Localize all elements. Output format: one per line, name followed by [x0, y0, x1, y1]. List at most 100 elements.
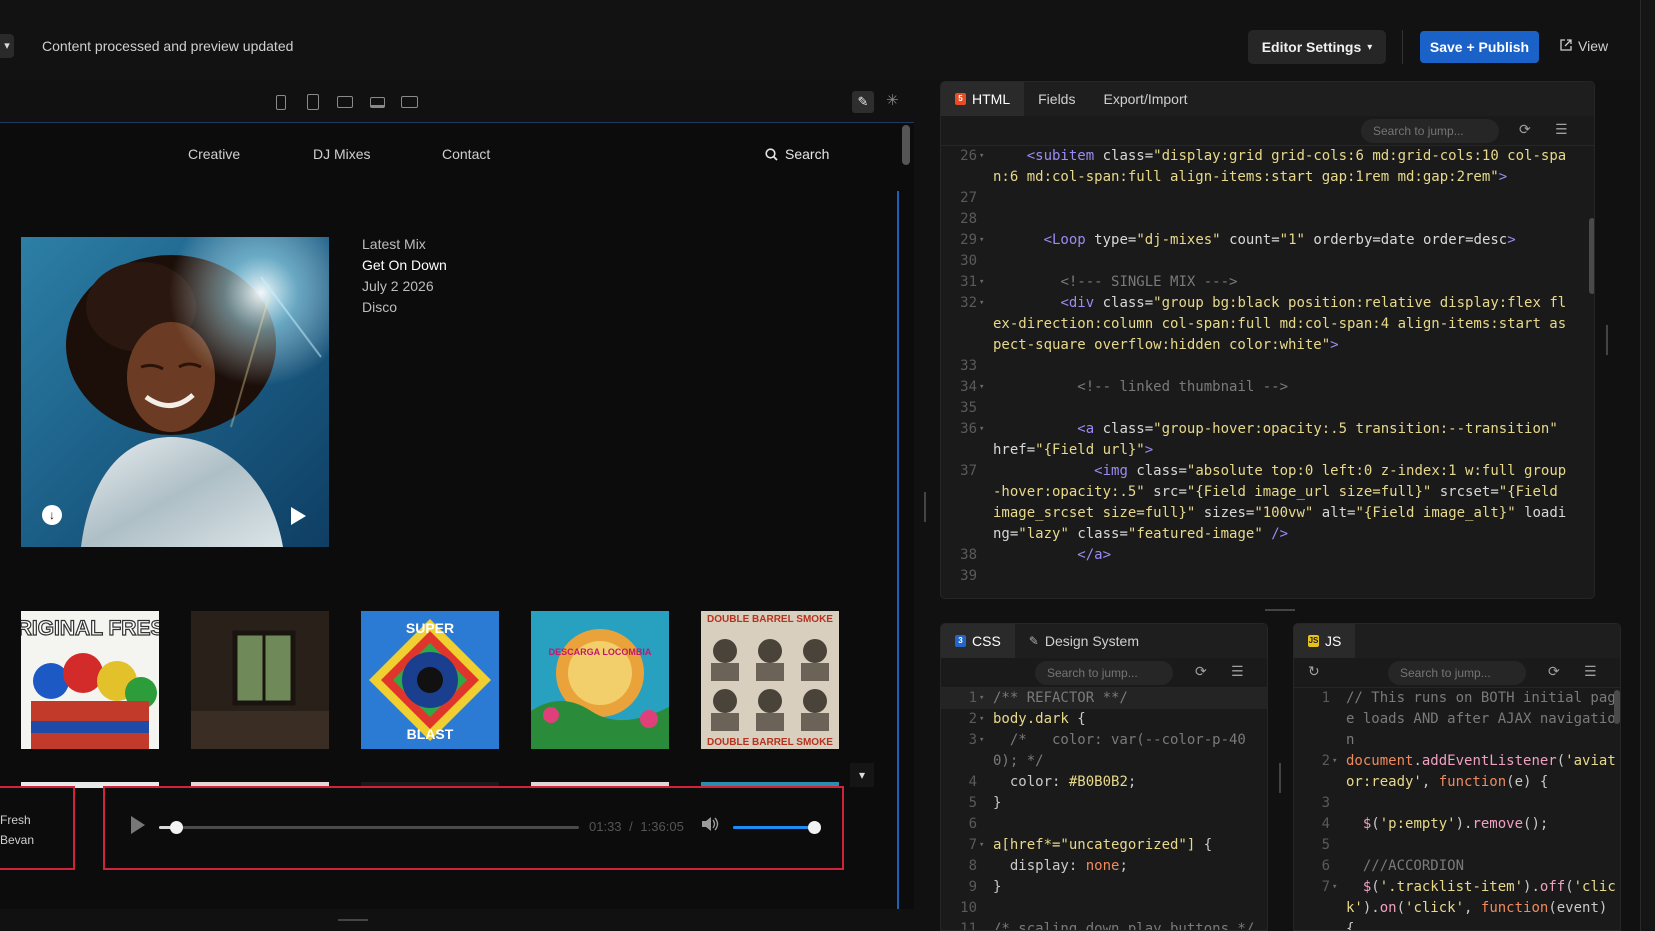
preview-scroll-thumb[interactable] [902, 125, 910, 165]
progress-slider[interactable] [159, 821, 579, 834]
search-input[interactable] [1361, 119, 1499, 143]
desktop-icon[interactable] [400, 93, 418, 111]
code-line[interactable]: 38 </a> [941, 545, 1594, 566]
code-line[interactable]: 2 ▾ document.addEventListener('aviator:rea… [1294, 751, 1620, 793]
fold-toggle-icon[interactable]: ▾ [977, 293, 989, 356]
code-line[interactable]: 26 ▾ <subitem class="display:grid grid-co… [941, 146, 1594, 188]
code-line[interactable]: 10 [941, 898, 1267, 919]
code-line[interactable]: 33 [941, 356, 1594, 377]
code-line[interactable]: 4 $('p:empty').remove(); [1294, 814, 1620, 835]
tab-html[interactable]: 5 HTML [941, 82, 1025, 116]
js-code-area[interactable]: 1 // This runs on BOTH initial page loads… [1294, 688, 1620, 930]
tablet-portrait-icon[interactable] [304, 93, 322, 111]
code-line[interactable]: 5} [941, 793, 1267, 814]
editor-splitter[interactable] [1279, 763, 1281, 793]
code-line[interactable]: 11 /* scaling down play buttons */ [941, 919, 1267, 930]
volume-icon[interactable] [701, 816, 719, 837]
nav-item-creative[interactable]: Creative [188, 146, 240, 162]
code-line[interactable]: 32 ▾ <div class="group bg:black position:… [941, 293, 1594, 356]
inspector-icon[interactable]: ✳ [886, 91, 899, 109]
download-icon[interactable]: ↓ [42, 505, 62, 525]
fold-toggle-icon[interactable]: ▾ [977, 835, 989, 856]
laptop-icon[interactable] [368, 93, 386, 111]
code-line[interactable]: 29 ▾ <Loop type="dj-mixes" count="1" orde… [941, 230, 1594, 251]
code-line[interactable]: 39 [941, 566, 1594, 587]
search-input[interactable] [1388, 661, 1526, 685]
tab-js[interactable]: JS JS [1294, 624, 1356, 658]
play-icon[interactable] [291, 507, 306, 525]
mix-thumbnail[interactable]: ORIGINAL FRESH [21, 611, 159, 749]
html-code-area[interactable]: 26 ▾ <subitem class="display:grid grid-co… [941, 146, 1594, 587]
mix-thumbnail[interactable]: SUPER BLAST [361, 611, 499, 749]
css-code-area[interactable]: 1 ▾/** REFACTOR **/2 ▾ body.dark {3 ▾ /* col… [941, 688, 1267, 930]
play-icon[interactable] [131, 816, 145, 834]
nav-item-contact[interactable]: Contact [442, 146, 490, 162]
code-line[interactable]: 8 display: none; [941, 856, 1267, 877]
fold-toggle-icon[interactable]: ▾ [977, 709, 989, 730]
fold-toggle-icon[interactable]: ▾ [1330, 751, 1342, 793]
fold-toggle-icon[interactable]: ▾ [977, 146, 989, 188]
fold-toggle-icon[interactable]: ▾ [977, 730, 989, 772]
html-editor-scrollbar[interactable] [1589, 218, 1594, 294]
code-line[interactable]: 7 ▾ a[href*="uncategorized"] { [941, 835, 1267, 856]
nav-search[interactable]: Search [765, 146, 829, 162]
collapse-left-chevron-icon[interactable]: ▾ [0, 34, 14, 58]
code-line[interactable]: 4 color: #B0B0B2; [941, 772, 1267, 793]
code-line[interactable]: 31 ▾ <!--- SINGLE MIX ---> [941, 272, 1594, 293]
menu-icon[interactable]: ☰ [1584, 663, 1597, 680]
latest-mix-artwork[interactable]: ↓ [21, 237, 329, 547]
search-input[interactable] [1035, 661, 1173, 685]
mix-thumbnail[interactable]: DOUBLE BARREL SMOKE DOUBLE BARREL SMOKE [701, 611, 839, 749]
edit-mode-icon[interactable]: ✎ [852, 91, 874, 113]
code-line[interactable]: 1 // This runs on BOTH initial page loads… [1294, 688, 1620, 751]
js-editor-scrollbar[interactable] [1614, 690, 1620, 724]
tablet-landscape-icon[interactable] [336, 93, 354, 111]
code-line[interactable]: 9} [941, 877, 1267, 898]
volume-slider[interactable] [733, 821, 821, 834]
menu-icon[interactable]: ☰ [1231, 663, 1244, 680]
code-line[interactable]: 37 <img class="absolute top:0 left:0 z-i… [941, 461, 1594, 545]
tab-design-system[interactable]: ✎ Design System [1015, 624, 1153, 658]
code-line[interactable]: 35 [941, 398, 1594, 419]
code-line[interactable]: 7 ▾ $('.tracklist-item').off('click').on(… [1294, 877, 1620, 930]
resize-handle[interactable] [1606, 325, 1608, 355]
tab-fields[interactable]: Fields [1024, 82, 1089, 116]
code-line[interactable]: 30 [941, 251, 1594, 272]
fold-toggle-icon[interactable]: ▾ [1330, 877, 1342, 930]
resize-handle[interactable] [338, 919, 368, 921]
chevron-down-icon[interactable]: ▾ [850, 763, 874, 787]
reload-icon[interactable]: ↻ [1308, 663, 1320, 680]
code-line[interactable]: 34 ▾ <!-- linked thumbnail --> [941, 377, 1594, 398]
code-line[interactable]: 3 ▾ /* color: var(--color-p-400); */ [941, 730, 1267, 772]
menu-icon[interactable]: ☰ [1555, 121, 1568, 138]
refresh-search-icon[interactable]: ⟳ [1548, 663, 1560, 680]
code-line[interactable]: 6 [941, 814, 1267, 835]
save-publish-button[interactable]: Save + Publish [1420, 31, 1539, 63]
refresh-search-icon[interactable]: ⟳ [1195, 663, 1207, 680]
fold-toggle-icon[interactable]: ▾ [977, 272, 989, 293]
latest-mix-title[interactable]: Get On Down [362, 255, 447, 276]
code-line[interactable]: 6 ///ACCORDION [1294, 856, 1620, 877]
progress-handle[interactable] [169, 821, 183, 834]
nav-item-dj-mixes[interactable]: DJ Mixes [313, 146, 371, 162]
pane-splitter[interactable] [924, 492, 926, 522]
refresh-search-icon[interactable]: ⟳ [1519, 121, 1531, 138]
fold-toggle-icon[interactable]: ▾ [977, 230, 989, 251]
code-line[interactable]: 27 [941, 188, 1594, 209]
code-line[interactable]: 28 [941, 209, 1594, 230]
mobile-portrait-icon[interactable] [272, 93, 290, 111]
fold-toggle-icon[interactable]: ▾ [977, 377, 989, 398]
volume-handle[interactable] [807, 821, 821, 834]
fold-toggle-icon[interactable]: ▾ [977, 419, 989, 461]
view-link[interactable]: View [1560, 38, 1608, 54]
editor-settings-button[interactable]: Editor Settings ▾ [1248, 30, 1386, 64]
fold-toggle-icon[interactable]: ▾ [977, 688, 989, 709]
code-line[interactable]: 2 ▾ body.dark { [941, 709, 1267, 730]
editor-splitter[interactable] [1265, 609, 1295, 611]
code-line[interactable]: 36 ▾ <a class="group-hover:opacity:.5 tra… [941, 419, 1594, 461]
preview-scrollbar[interactable] [902, 123, 912, 909]
tab-export-import[interactable]: Export/Import [1089, 82, 1201, 116]
mix-thumbnail[interactable]: DESCARGA LOCOMBIA [531, 611, 669, 749]
code-line[interactable]: 1 ▾/** REFACTOR **/ [941, 688, 1267, 709]
tab-css[interactable]: 3 CSS [941, 624, 1015, 658]
